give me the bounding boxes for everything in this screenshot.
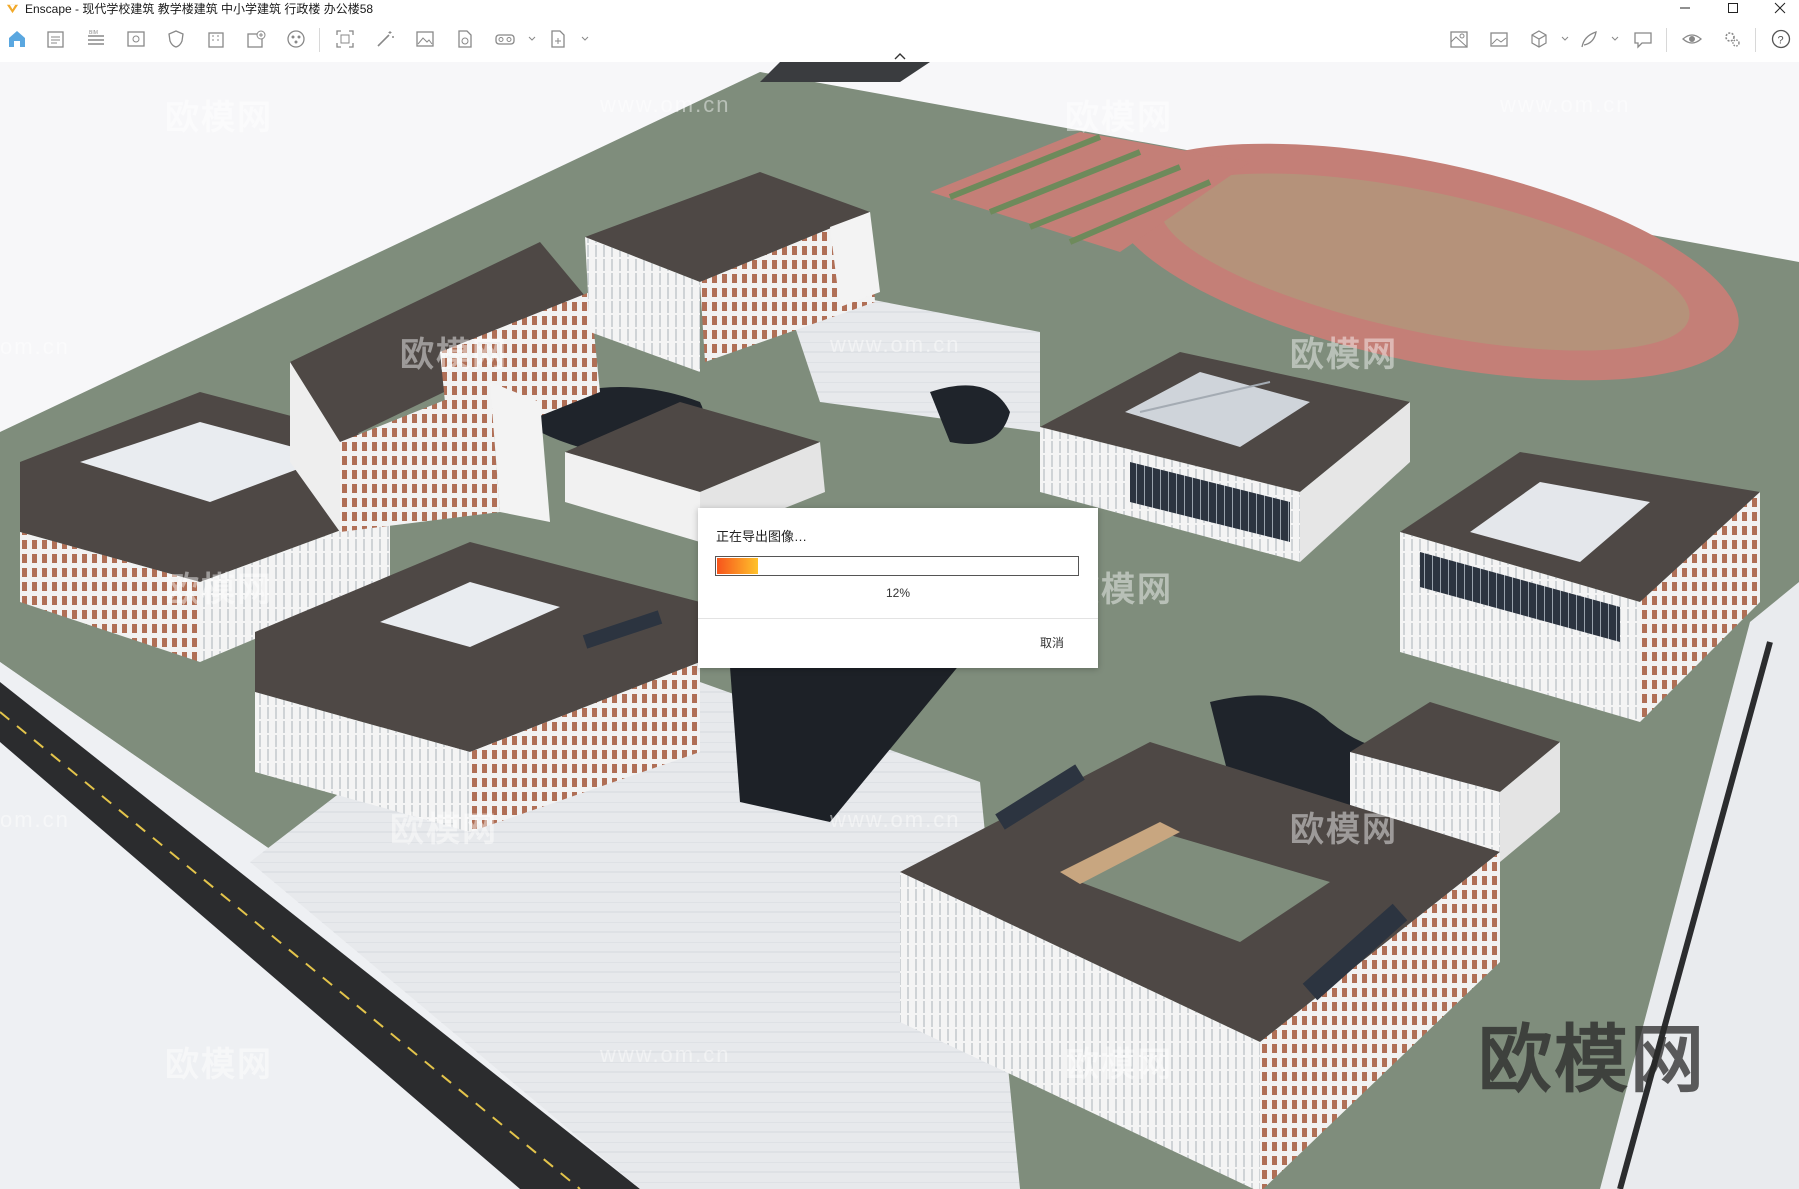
cube-button[interactable] bbox=[1526, 26, 1552, 52]
screenshot-icon bbox=[336, 30, 354, 48]
export-progress-bar bbox=[715, 556, 1079, 576]
toolbar-separator bbox=[1666, 28, 1667, 52]
magic-wand-icon bbox=[377, 31, 394, 47]
bim-list-button[interactable]: BIM bbox=[83, 26, 109, 52]
watermark-logo: 欧模网 bbox=[1065, 99, 1173, 137]
close-button[interactable] bbox=[1760, 0, 1799, 16]
map-icon bbox=[1450, 31, 1468, 48]
vr-headset-button[interactable] bbox=[492, 26, 518, 52]
window-title: Enscape - 现代学校建筑 教学楼建筑 中小学建筑 行政楼 办公楼58 bbox=[25, 1, 374, 16]
image-gallery-icon bbox=[1490, 32, 1508, 47]
watermark-logo: 欧模网 bbox=[390, 811, 498, 849]
svg-text:?: ? bbox=[1778, 35, 1784, 47]
cancel-button[interactable]: 取消 bbox=[1040, 634, 1064, 651]
asset-library-button[interactable] bbox=[283, 26, 309, 52]
brand-watermark-logo: 欧模网 bbox=[1478, 1017, 1706, 1103]
home-icon bbox=[9, 31, 25, 47]
watermark-logo: 欧模网 bbox=[165, 571, 273, 609]
watermark-url: www.om.cn bbox=[830, 332, 961, 357]
vr-headset-icon bbox=[495, 34, 515, 45]
screenshot-button[interactable] bbox=[332, 26, 358, 52]
bim-list-icon: BIM bbox=[88, 30, 104, 45]
render-image-button[interactable] bbox=[412, 26, 438, 52]
building-icon bbox=[208, 32, 224, 48]
eye-button[interactable] bbox=[1679, 26, 1705, 52]
watermark-url: www.om.cn bbox=[600, 1042, 731, 1067]
export-document-icon bbox=[458, 30, 472, 48]
cube-icon bbox=[1531, 30, 1547, 48]
chevron-down-icon[interactable] bbox=[527, 34, 537, 44]
title-bar: Enscape - 现代学校建筑 教学楼建筑 中小学建筑 行政楼 办公楼58 bbox=[0, 0, 1799, 16]
watermark-url-partial: om.cn bbox=[0, 807, 70, 832]
help-button[interactable]: ? bbox=[1768, 26, 1794, 52]
minimize-icon bbox=[1680, 7, 1690, 9]
maximize-button[interactable] bbox=[1713, 0, 1753, 16]
collapse-toolbar-button[interactable] bbox=[890, 50, 910, 62]
watermark-url: www.om.cn bbox=[1500, 92, 1631, 117]
feather-icon bbox=[1581, 31, 1597, 48]
settings-button[interactable] bbox=[1719, 26, 1745, 52]
image-gallery-button[interactable] bbox=[1486, 26, 1512, 52]
settings-icon bbox=[1725, 32, 1740, 47]
toolbar-separator bbox=[1755, 28, 1756, 52]
shield-button[interactable] bbox=[163, 26, 189, 52]
svg-text:BIM: BIM bbox=[89, 30, 98, 36]
building-button[interactable] bbox=[203, 26, 229, 52]
watermark-logo: 欧模网 bbox=[1290, 336, 1398, 374]
chevron-down-icon[interactable] bbox=[1560, 34, 1570, 44]
toolbar-separator bbox=[319, 28, 320, 52]
map-button[interactable] bbox=[1446, 26, 1472, 52]
close-icon bbox=[1774, 2, 1786, 14]
magic-wand-button[interactable] bbox=[372, 26, 398, 52]
bim-document-button[interactable] bbox=[43, 26, 69, 52]
shield-icon bbox=[168, 30, 184, 48]
minimize-button[interactable] bbox=[1665, 0, 1705, 16]
dialog-message: 正在导出图像… bbox=[716, 529, 808, 544]
watermark-logo: 欧模网 bbox=[400, 336, 508, 374]
watermark-url: www.om.cn bbox=[600, 92, 731, 117]
chat-bubble-button[interactable] bbox=[1630, 26, 1656, 52]
watermark-url: www.om.cn bbox=[830, 807, 961, 832]
watermark-logo: 欧模网 bbox=[1065, 1046, 1173, 1084]
add-building-icon bbox=[247, 30, 266, 48]
watermark-url-partial: om.cn bbox=[0, 334, 70, 359]
add-building-button[interactable] bbox=[243, 26, 269, 52]
maximize-icon bbox=[1728, 3, 1738, 13]
chevron-up-icon bbox=[894, 53, 906, 60]
export-document-button[interactable] bbox=[452, 26, 478, 52]
export-progress-dialog: 正在导出图像… 12% 取消 bbox=[698, 508, 1098, 668]
chevron-down-icon[interactable] bbox=[580, 34, 590, 44]
home-button[interactable] bbox=[4, 26, 30, 52]
watermark-logo: 欧模网 bbox=[165, 1046, 273, 1084]
watermark-logo: 欧模网 bbox=[1290, 811, 1398, 849]
bim-document-icon bbox=[47, 31, 64, 48]
progress-fill bbox=[717, 558, 759, 574]
export-file-button[interactable] bbox=[545, 26, 571, 52]
eye-icon bbox=[1682, 34, 1702, 44]
render-image-icon bbox=[416, 31, 434, 47]
chevron-down-icon[interactable] bbox=[1610, 34, 1620, 44]
enscape-logo-icon bbox=[6, 4, 19, 13]
progress-percent: 12% bbox=[885, 586, 911, 600]
feather-button[interactable] bbox=[1576, 26, 1602, 52]
dialog-divider bbox=[698, 618, 1098, 619]
view-management-icon bbox=[127, 31, 145, 47]
asset-library-icon bbox=[287, 30, 305, 48]
watermark-logo: 欧模网 bbox=[165, 99, 273, 137]
export-file-icon bbox=[551, 30, 565, 48]
chat-bubble-icon bbox=[1634, 32, 1652, 49]
help-icon: ? bbox=[1771, 29, 1791, 49]
view-management-button[interactable] bbox=[123, 26, 149, 52]
